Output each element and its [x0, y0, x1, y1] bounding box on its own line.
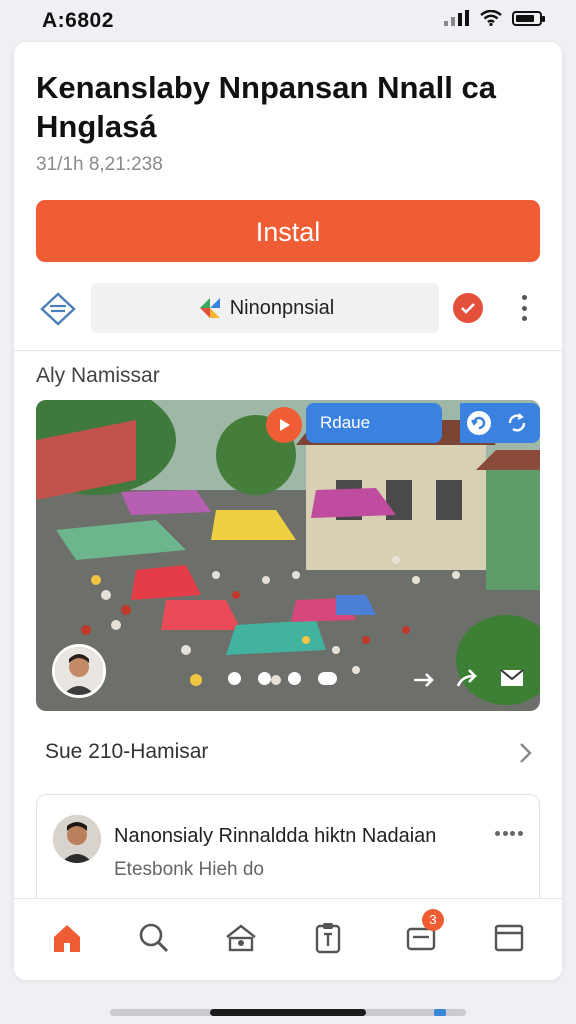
creator-avatar[interactable] — [52, 644, 106, 698]
carousel-dot[interactable] — [228, 672, 241, 685]
mail-icon[interactable] — [498, 664, 526, 692]
carousel-dot[interactable] — [318, 672, 337, 685]
source-chip[interactable]: Ninonpnsial — [91, 283, 439, 333]
notification-badge: 3 — [422, 909, 444, 931]
nav-search[interactable] — [131, 915, 177, 961]
nav-inbox[interactable]: 3 — [398, 909, 444, 961]
status-bar: A:6802 — [0, 0, 576, 40]
shield-icon[interactable] — [36, 287, 80, 331]
media-actions — [410, 664, 526, 692]
related-label: Sue 210-Hamisar — [45, 740, 209, 763]
wifi-icon — [480, 10, 502, 26]
nav-window[interactable] — [486, 915, 532, 961]
share-icon[interactable] — [454, 664, 482, 692]
home-icon — [54, 925, 80, 952]
store-icon — [226, 924, 256, 952]
divider — [14, 350, 562, 351]
nav-clipboard[interactable] — [305, 915, 351, 961]
battery-icon — [512, 10, 545, 26]
sync-icon[interactable] — [504, 410, 530, 436]
more-options-icon[interactable] — [514, 293, 534, 323]
app-meta: 31/1h 8,21:238 — [36, 154, 163, 175]
brand-logo-icon — [199, 298, 220, 318]
home-indicator[interactable] — [110, 1009, 466, 1016]
media-controls — [460, 403, 540, 443]
carousel-dot[interactable] — [258, 672, 271, 685]
nav-home[interactable] — [44, 915, 90, 961]
section-label: Aly Namissar — [36, 364, 160, 387]
forward-icon[interactable] — [410, 664, 438, 692]
search-icon — [139, 923, 169, 953]
app-title: Kenanslaby Nnpansan Nnall ca Hnglasá — [36, 70, 496, 144]
clipboard-icon — [315, 923, 341, 954]
developer-row: Ninonpnsial — [36, 283, 540, 335]
source-name: Ninonpnsial — [229, 296, 335, 319]
play-icon[interactable] — [266, 407, 302, 443]
comment-title: Nanonsialy Rinnaldda hiktn Nadaian — [114, 825, 437, 847]
app-detail-card: Kenanslaby Nnpansan Nnall ca Hnglasá 31/… — [14, 42, 562, 980]
nav-store[interactable] — [218, 915, 264, 961]
comment-more-icon[interactable] — [495, 831, 523, 839]
status-time: A:6802 — [42, 9, 114, 32]
carousel-dots — [228, 672, 337, 685]
refresh-icon[interactable] — [466, 410, 492, 436]
related-row[interactable]: Sue 210-Hamisar — [36, 734, 540, 774]
bottom-nav: 3 — [14, 898, 562, 980]
signal-icon — [444, 10, 469, 26]
status-icons — [444, 10, 545, 26]
commenter-avatar[interactable] — [53, 815, 101, 863]
media-preview[interactable]: Rdaue — [36, 400, 540, 711]
window-icon — [494, 924, 524, 952]
media-pill[interactable]: Rdaue — [306, 403, 442, 443]
chevron-right-icon — [520, 743, 532, 763]
verified-icon[interactable] — [453, 293, 483, 323]
comment-subtitle: Etesbonk Hieh do — [114, 859, 264, 880]
carousel-dot[interactable] — [288, 672, 301, 685]
comment-card[interactable]: Nanonsialy Rinnaldda hiktn Nadaian Etesb… — [36, 794, 540, 914]
install-button[interactable]: Instal — [36, 200, 540, 262]
